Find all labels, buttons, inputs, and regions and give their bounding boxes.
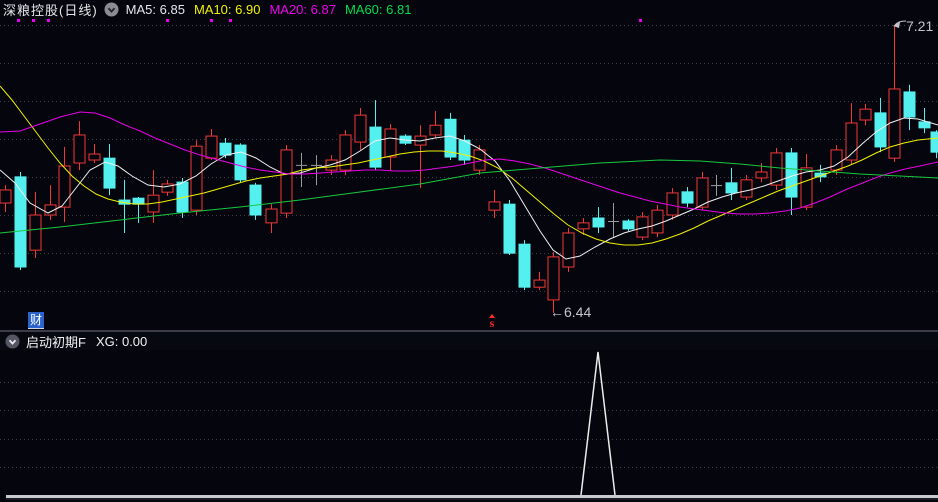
chevron-down-icon[interactable] [104,2,119,17]
ma20-label: MA20: 6.87 [269,2,336,17]
main-chart-header: 深粮控股(日线) MA5: 6.85 MA10: 6.90 MA20: 6.87… [3,1,420,18]
sell-signal-marker: s [486,314,498,330]
ma60-label: MA60: 6.81 [344,2,412,17]
price-high-label: 7.21 [906,18,934,34]
indicator-panel-header: 启动初期F XG: 0.00 [0,331,938,350]
horizontal-scrollbar[interactable] [6,495,938,500]
stock-title: 深粮控股(日线) [3,3,98,18]
indicator-xg-value: XG: 0.00 [95,333,148,349]
ma10-label: MA10: 6.90 [193,2,261,17]
stock-chart-window: 深粮控股(日线) MA5: 6.85 MA10: 6.90 MA20: 6.87… [0,0,938,502]
cai-finance-badge[interactable]: 财 [28,312,45,329]
price-low-label: ←6.44 [550,304,592,320]
sell-marker-letter: s [489,316,495,330]
ma5-label: MA5: 6.85 [125,2,185,17]
indicator-name[interactable]: 启动初期F [26,332,86,351]
chevron-down-icon[interactable] [5,334,20,349]
candlestick-chart-canvas[interactable] [0,0,938,502]
